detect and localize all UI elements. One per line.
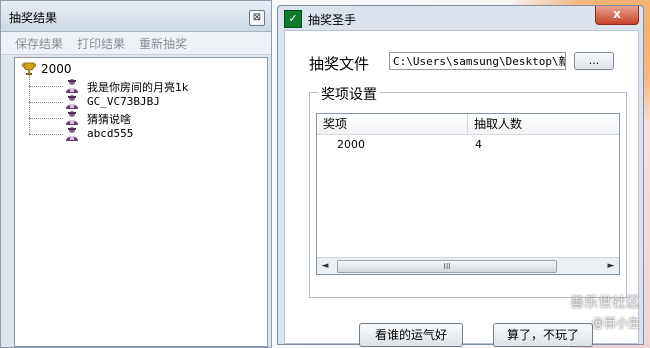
scroll-thumb[interactable]: III [337,260,557,273]
horizontal-scrollbar[interactable]: ◄ III ► [317,257,619,274]
user-icon [66,111,78,125]
prize-list[interactable]: 奖项 抽取人数 2000 4 ◄ III ► [316,113,620,275]
list-header: 奖项 抽取人数 [317,114,619,135]
user-icon [66,79,78,93]
column-header-prize[interactable]: 奖项 [317,114,468,134]
winner-name: 猜猜说啥 [87,113,131,126]
file-label: 抽奖文件 [309,55,370,73]
scroll-right-icon[interactable]: ► [603,258,619,274]
user-icon [66,95,78,109]
file-path-input[interactable]: C:\Users\samsung\Desktop\新建 [389,52,566,70]
menu-redraw[interactable]: 重新抽奖 [139,35,187,52]
results-menubar: 保存结果 打印结果 重新抽奖 [1,32,271,55]
winner-name: 我是你房间的月亮1k [87,81,189,94]
watermark-text: @百小生 [591,316,640,330]
winner-name: GC_VC73BJBJ [87,95,160,108]
results-window-title: 抽奖结果 [9,11,58,25]
quit-button[interactable]: 算了，不玩了 [493,323,593,347]
browse-button[interactable]: ... [574,52,614,70]
prize-settings-group: 奖项设置 奖项 抽取人数 2000 4 ◄ III ► [309,84,627,298]
results-window: 抽奖结果 ⊠ 保存结果 打印结果 重新抽奖 2000 我是你房间的月亮1k GC… [0,0,272,348]
winner-name: abcd555 [87,127,134,140]
app-icon: ✓ [284,10,302,28]
app-window-title: 抽奖圣手 [308,13,357,27]
cell-count: 4 [475,138,482,151]
close-icon[interactable]: ⊠ [249,10,265,26]
app-titlebar[interactable]: ✓ 抽奖圣手 x [278,6,643,30]
user-icon [66,127,78,141]
cell-prize: 2000 [337,138,365,151]
menu-save-results[interactable]: 保存结果 [15,35,63,52]
results-tree[interactable]: 2000 我是你房间的月亮1k GC_VC73BJBJ 猜猜说啥 abcd555 [14,57,268,347]
draw-lucky-button[interactable]: 看谁的运气好 [359,323,463,347]
close-icon[interactable]: x [595,6,639,25]
table-row[interactable]: 2000 4 [317,136,619,154]
column-header-count[interactable]: 抽取人数 [468,114,619,134]
menu-print-results[interactable]: 打印结果 [77,35,125,52]
watermark-text: 善乐世社区 [570,295,640,311]
group-title: 奖项设置 [318,84,380,104]
results-titlebar[interactable]: 抽奖结果 ⊠ [1,1,271,32]
tree-root-label: 2000 [41,62,72,76]
scroll-left-icon[interactable]: ◄ [317,258,333,274]
